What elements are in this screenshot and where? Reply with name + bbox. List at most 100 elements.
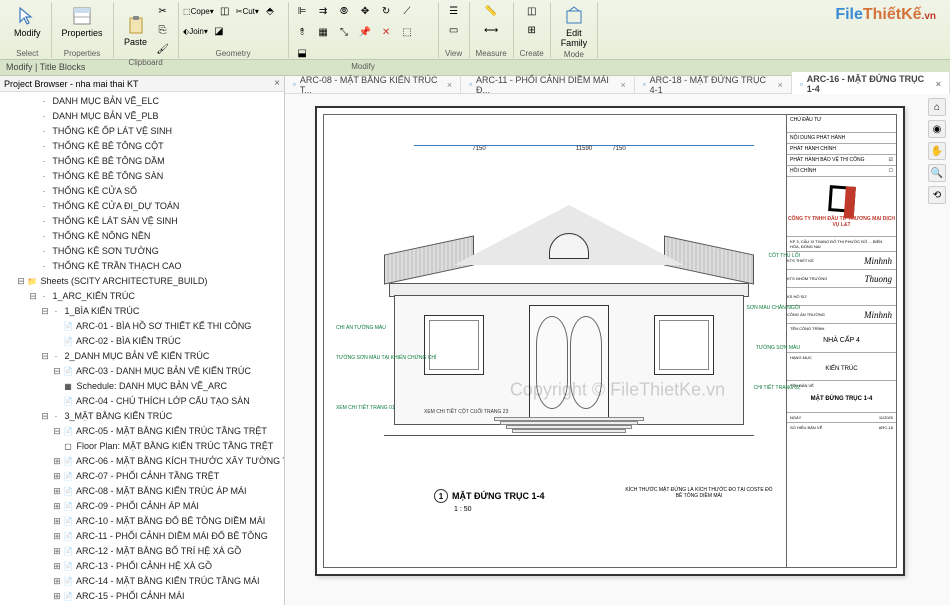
canvas-area: ▫ARC-08 - MẶT BẰNG KIẾN TRÚC T...×▫ARC-1… xyxy=(285,76,950,605)
cut-button[interactable]: ✂ xyxy=(154,2,172,20)
tree-item[interactable]: ⊟· 1_BÌA KIẾN TRÚC xyxy=(0,304,284,319)
match-button[interactable]: 🖌 xyxy=(154,40,172,58)
tab-close-button[interactable]: × xyxy=(447,80,452,90)
geom-btn-3[interactable]: ◪ xyxy=(210,22,228,40)
nav-wheel-button[interactable]: ◉ xyxy=(928,120,946,138)
scale-button[interactable]: ⤡ xyxy=(335,23,353,41)
join-button[interactable]: ⬖ Join ▾ xyxy=(183,22,208,40)
tree-item[interactable]: ⊟📄 ARC-05 - MẶT BẰNG KIẾN TRÚC TẦNG TRỆT xyxy=(0,424,284,439)
measure-button[interactable]: 📏 xyxy=(482,2,500,20)
view-tab[interactable]: ▫ARC-18 - MẶT ĐỨNG TRỤC 4-1× xyxy=(635,73,792,97)
tree-item[interactable]: · THỐNG KÊ NÔNG NỀN xyxy=(0,229,284,244)
tree-item[interactable]: 📄 ARC-02 - BÌA KIẾN TRÚC xyxy=(0,334,284,349)
split-button[interactable]: ⥉ xyxy=(293,23,311,41)
edit-family-button[interactable]: Edit Family xyxy=(557,2,592,50)
ribbon-group-properties: Properties Properties xyxy=(52,2,114,58)
nav-orbit-button[interactable]: ⟲ xyxy=(928,186,946,204)
create-btn-1[interactable]: ◫ xyxy=(523,2,541,20)
delete-button[interactable]: ✕ xyxy=(377,23,395,41)
tab-close-button[interactable]: × xyxy=(621,80,626,90)
ribbon: Modify Select Properties Properties Past… xyxy=(0,0,950,60)
sheet-icon: ▫ xyxy=(469,80,472,89)
tree-item[interactable]: · THỐNG KÊ BÊ TÔNG SÀN xyxy=(0,169,284,184)
nav-zoom-button[interactable]: 🔍 xyxy=(928,164,946,182)
tab-close-button[interactable]: × xyxy=(778,80,783,90)
tree-item[interactable]: ⊟📁 Sheets (SCITY ARCHITECTURE_BUILD) xyxy=(0,274,284,289)
project-browser: Project Browser - nha mai thai KT × · DA… xyxy=(0,76,285,605)
tree-item[interactable]: ⊟📄 ARC-03 - DANH MỤC BẢN VẼ KIẾN TRÚC xyxy=(0,364,284,379)
ribbon-group-select: Modify Select xyxy=(4,2,52,58)
tree-item[interactable]: ⊞📄 ARC-10 - MẶT BẰNG ĐỔ BÊ TÔNG DIỀM MÁI xyxy=(0,514,284,529)
view-tab[interactable]: ▫ARC-08 - MẶT BẰNG KIẾN TRÚC T...× xyxy=(285,73,461,97)
tab-close-button[interactable]: × xyxy=(936,79,941,89)
scissors-icon: ✂ xyxy=(158,6,166,17)
brush-icon: 🖌 xyxy=(156,44,169,55)
tree-item[interactable]: 📄 ARC-01 - BÌA HỒ SƠ THIẾT KẾ THI CÔNG xyxy=(0,319,284,334)
create-btn-2[interactable]: ⊞ xyxy=(523,21,541,39)
rotate-button[interactable]: ↻ xyxy=(377,2,395,20)
align-button[interactable]: ⊫ xyxy=(293,2,311,20)
paste-icon xyxy=(124,13,148,37)
sheet: CHỦ ĐẦU TƯ NỘI DUNG PHÁT HÀNH PHÁT HÀNH … xyxy=(315,106,905,576)
company-logo: CÔNG TY TNHH ĐẦU TƯ THƯƠNG MẠI DỊCH VỤ L… xyxy=(787,177,896,237)
tree-item[interactable]: · THỐNG KÊ CỬA SỔ xyxy=(0,184,284,199)
move-button[interactable]: ✥ xyxy=(356,2,374,20)
browser-close-button[interactable]: × xyxy=(274,78,280,89)
dimension-button[interactable]: ⟷ xyxy=(482,21,500,39)
offset-button[interactable]: ⇉ xyxy=(314,2,332,20)
view-btn-1[interactable]: ☰ xyxy=(445,2,463,20)
tree-item[interactable]: · DANH MỤC BẢN VẼ_PLB xyxy=(0,109,284,124)
building-elevation: CỐT THU LỐI SƠN MÀU CHÂN NGÓI TƯỜNG SƠN … xyxy=(394,205,744,465)
mod-btn-b[interactable]: ⬓ xyxy=(293,44,311,62)
geom-btn-2[interactable]: ⬘ xyxy=(261,2,279,20)
paste-button[interactable]: Paste xyxy=(120,11,152,49)
drawing-canvas[interactable]: CHỦ ĐẦU TƯ NỘI DUNG PHÁT HÀNH PHÁT HÀNH … xyxy=(285,94,950,605)
browser-tree[interactable]: · DANH MỤC BẢN VẼ_ELC· DANH MỤC BẢN VẼ_P… xyxy=(0,92,284,605)
view-tab[interactable]: ▫ARC-11 - PHỐI CẢNH DIỀM MÁI Đ...× xyxy=(461,73,635,97)
title-block[interactable]: CHỦ ĐẦU TƯ NỘI DUNG PHÁT HÀNH PHÁT HÀNH … xyxy=(786,115,896,567)
ribbon-group-mode: Edit Family Mode xyxy=(551,2,599,58)
pin-button[interactable]: 📌 xyxy=(356,23,374,41)
view-btn-2[interactable]: ▭ xyxy=(445,21,463,39)
tree-item[interactable]: · THỐNG KÊ TRẦN THẠCH CAO xyxy=(0,259,284,274)
tree-item[interactable]: ⊞📄 ARC-13 - PHỐI CẢNH HỆ XÀ GỒ xyxy=(0,559,284,574)
tree-item[interactable]: ⊞📄 ARC-12 - MẶT BẰNG BỐ TRÍ HỆ XÀ GỒ xyxy=(0,544,284,559)
mod-btn-a[interactable]: ⬚ xyxy=(398,23,416,41)
tree-item[interactable]: ⊟· 3_MẶT BẰNG KIẾN TRÚC xyxy=(0,409,284,424)
tree-item[interactable]: ▦ Schedule: DANH MỤC BẢN VẼ_ARC xyxy=(0,379,284,394)
tree-item[interactable]: ⊞📄 ARC-08 - MẶT BẰNG KIẾN TRÚC ÁP MÁI xyxy=(0,484,284,499)
properties-button[interactable]: Properties xyxy=(58,2,107,40)
tree-item[interactable]: ⊞📄 ARC-09 - PHỐI CẢNH ÁP MÁI xyxy=(0,499,284,514)
tree-item[interactable]: · THỐNG KÊ BÊ TÔNG CỘT xyxy=(0,139,284,154)
tree-item[interactable]: ⊞📄 ARC-07 - PHỐI CẢNH TẦNG TRỆT xyxy=(0,469,284,484)
geom-btn-1[interactable]: ◫ xyxy=(216,2,234,20)
tree-item[interactable]: · THỐNG KÊ SƠN TƯỜNG xyxy=(0,244,284,259)
nav-pan-button[interactable]: ✋ xyxy=(928,142,946,160)
tree-item[interactable]: ⊞📄 ARC-14 - MẶT BẰNG KIẾN TRÚC TẦNG MÁI xyxy=(0,574,284,589)
view-title: 1MẶT ĐỨNG TRỤC 1-4 xyxy=(434,489,544,503)
tree-item[interactable]: ⊞📄 ARC-06 - MẶT BẰNG KÍCH THƯỚC XÂY TƯỜN… xyxy=(0,454,284,469)
tree-item[interactable]: · THỐNG KÊ CỬA ĐI_DỰ TOÁN xyxy=(0,199,284,214)
tree-item[interactable]: 📄 ARC-04 - CHÚ THÍCH LỚP CẤU TẠO SÀN xyxy=(0,394,284,409)
tree-item[interactable]: · THỐNG KÊ LÁT SÀN VỆ SINH xyxy=(0,214,284,229)
tree-item[interactable]: ⊞📄 ARC-15 - PHỐI CẢNH MÁI xyxy=(0,589,284,604)
tree-item[interactable]: ⊞📄 ARC-11 - PHỐI CẢNH DIỀM MÁI ĐỔ BÊ TÔN… xyxy=(0,529,284,544)
cope-button[interactable]: ⬚ Cope ▾ xyxy=(183,2,214,20)
copy-button[interactable]: ⎘ xyxy=(154,21,172,39)
tree-item[interactable]: ⊟· 2_DANH MỤC BẢN VẼ KIẾN TRÚC xyxy=(0,349,284,364)
cut-geom-button[interactable]: ✂ Cut ▾ xyxy=(236,2,259,20)
tree-item[interactable]: · DANH MỤC BẢN VẼ_ELC xyxy=(0,94,284,109)
elevation-view[interactable]: 7150 7150 11590 xyxy=(344,135,774,515)
tree-item[interactable]: · THỐNG KÊ ỐP LÁT VỆ SINH xyxy=(0,124,284,139)
ribbon-group-view: ☰ ▭ View xyxy=(439,2,470,58)
mirror-button[interactable]: ⦾ xyxy=(335,2,353,20)
tree-item[interactable]: ▢ Floor Plan: MẶT BẰNG KIẾN TRÚC TẦNG TR… xyxy=(0,439,284,454)
array-button[interactable]: ▦ xyxy=(314,23,332,41)
trim-button[interactable]: ⟋ xyxy=(398,2,416,20)
sheet-icon: ▫ xyxy=(643,80,646,89)
tree-item[interactable]: ⊟· 1_ARC_KIẾN TRÚC xyxy=(0,289,284,304)
modify-button[interactable]: Modify xyxy=(10,2,45,40)
nav-home-button[interactable]: ⌂ xyxy=(928,98,946,116)
tree-item[interactable]: · THỐNG KÊ BÊ TÔNG DẦM xyxy=(0,154,284,169)
sheet-icon: ▫ xyxy=(800,80,803,89)
